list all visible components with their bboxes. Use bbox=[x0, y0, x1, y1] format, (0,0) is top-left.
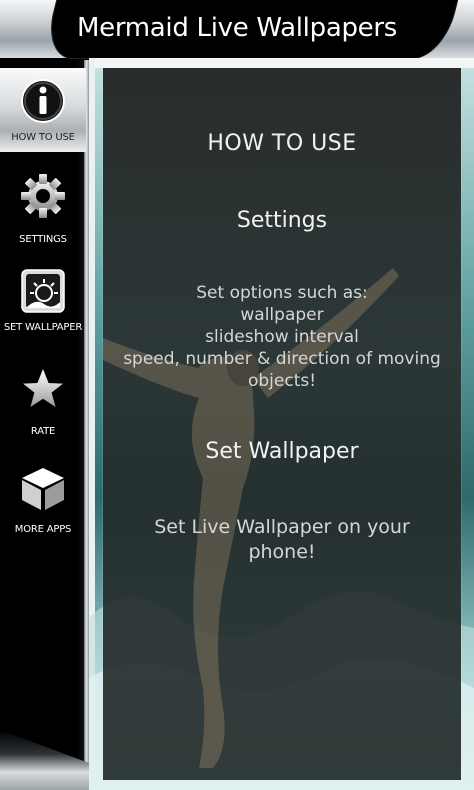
cube-icon bbox=[22, 468, 64, 510]
set-wallpaper-section-body: Set Live Wallpaper on your phone! bbox=[103, 515, 461, 565]
gear-icon bbox=[21, 174, 65, 218]
settings-body-line: objects! bbox=[247, 371, 317, 391]
how-to-use-panel: HOW TO USE Settings Set options such as:… bbox=[103, 68, 461, 780]
settings-body-line: Set options such as: bbox=[196, 283, 368, 303]
sidebar-item-set-wallpaper[interactable]: SET WALLPAPER bbox=[0, 266, 86, 348]
set-wallpaper-body-line: Set Live Wallpaper on your bbox=[154, 516, 410, 538]
settings-body-line: slideshow interval bbox=[205, 327, 359, 347]
settings-body-line: wallpaper bbox=[240, 305, 324, 325]
header-bar: Mermaid Live Wallpapers bbox=[0, 0, 474, 58]
settings-section-title: Settings bbox=[236, 208, 328, 233]
page-heading: HOW TO USE bbox=[207, 131, 357, 156]
sidebar-item-settings[interactable]: SETTINGS bbox=[0, 168, 86, 248]
sidebar-item-label: RATE bbox=[30, 426, 56, 437]
settings-body-line: speed, number & direction of moving bbox=[123, 349, 441, 369]
mermaid-silhouette bbox=[103, 268, 399, 768]
sidebar-item-label: SETTINGS bbox=[19, 234, 67, 245]
sidebar-item-rate[interactable]: RATE bbox=[0, 364, 86, 444]
sidebar-chrome-bottom bbox=[0, 730, 89, 790]
app-title: Mermaid Live Wallpapers bbox=[77, 13, 397, 43]
set-wallpaper-body-line: phone! bbox=[248, 541, 316, 563]
content-area: HOW TO USE Settings Set options such as:… bbox=[89, 58, 474, 790]
info-icon bbox=[21, 79, 65, 123]
sidebar-item-label: MORE APPS bbox=[14, 524, 72, 535]
star-icon bbox=[23, 369, 63, 407]
sidebar: HOW TO USE SETTINGS SET WALLPAPER RATE M… bbox=[0, 60, 89, 790]
set-wallpaper-icon bbox=[21, 269, 65, 313]
sidebar-item-label: SET WALLPAPER bbox=[3, 322, 83, 333]
sidebar-item-label: HOW TO USE bbox=[11, 132, 75, 143]
sidebar-item-how-to-use[interactable]: HOW TO USE bbox=[0, 68, 86, 152]
sidebar-item-more-apps[interactable]: MORE APPS bbox=[0, 462, 86, 542]
settings-section-body: Set options such as: wallpaper slideshow… bbox=[103, 282, 461, 392]
app-root: Mermaid Live Wallpapers HOW TO USE SETTI… bbox=[0, 0, 474, 790]
set-wallpaper-section-title: Set Wallpaper bbox=[205, 439, 359, 464]
